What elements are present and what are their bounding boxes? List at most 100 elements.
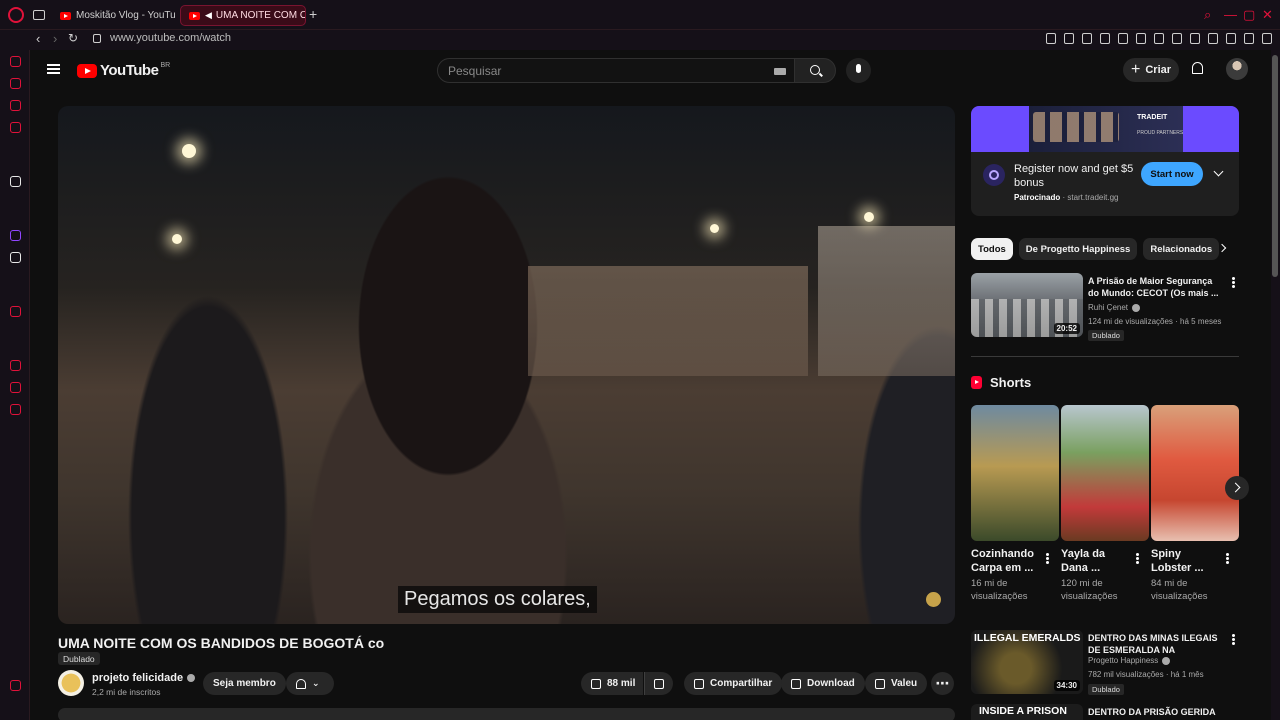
more-options-icon[interactable] xyxy=(1136,557,1139,560)
more-options-icon[interactable] xyxy=(1232,638,1235,641)
maximize-icon[interactable]: ▢ xyxy=(1243,7,1255,23)
recommended-video[interactable]: 20:52 A Prisão de Maior Segurança do Mun… xyxy=(971,273,1239,341)
messenger-icon[interactable] xyxy=(10,100,21,111)
snapshot-icon[interactable] xyxy=(1064,33,1074,44)
recommended-video[interactable]: ILLEGAL EMERALDS 34:30 DENTRO DAS MINAS … xyxy=(971,630,1239,696)
aria-ai-icon[interactable] xyxy=(10,176,21,187)
download-icon[interactable] xyxy=(1244,33,1254,44)
chevron-down-icon: ⌄ xyxy=(312,678,320,688)
ad-title[interactable]: Register now and get $5 bonus xyxy=(1014,162,1139,190)
settings-icon[interactable] xyxy=(10,404,21,415)
workspace-icon[interactable] xyxy=(10,78,21,89)
x-icon[interactable] xyxy=(10,252,21,263)
play-icon[interactable] xyxy=(1118,33,1128,44)
short-item[interactable]: Yayla da Dana ... 120 mi de visualizaçõe… xyxy=(1061,405,1149,603)
chevron-down-icon[interactable] xyxy=(1213,166,1224,177)
like-button[interactable]: 88 mil xyxy=(581,672,644,695)
keyboard-icon[interactable] xyxy=(774,68,786,75)
ad-banner[interactable]: TRADEIT PROUD PARTNERS xyxy=(971,106,1239,152)
user-avatar[interactable] xyxy=(1226,58,1248,80)
short-item[interactable]: Cozinhando Carpa em ... 16 mi de visuali… xyxy=(971,405,1059,603)
extensions-icon[interactable] xyxy=(10,382,21,393)
chip-from-channel[interactable]: De Progetto Happiness xyxy=(1018,238,1138,260)
aria-icon[interactable] xyxy=(10,56,21,67)
instagram-icon[interactable] xyxy=(10,122,21,133)
channel-name[interactable]: Ruhi Çenet xyxy=(1088,303,1141,312)
more-actions-button[interactable]: ⋯ xyxy=(931,672,954,695)
short-thumbnail[interactable] xyxy=(1061,405,1149,541)
history-icon[interactable] xyxy=(10,360,21,371)
short-item[interactable]: Spiny Lobster ... 84 mi de visualizações xyxy=(1151,405,1239,603)
video-title[interactable]: A Prisão de Maior Segurança do Mundo: CE… xyxy=(1088,275,1223,299)
profile-icon[interactable] xyxy=(1226,33,1236,44)
heart-icon[interactable] xyxy=(1136,33,1146,44)
video-thumbnail[interactable]: ILLEGAL EMERALDS 34:30 xyxy=(971,630,1083,694)
chip-related[interactable]: Relacionados xyxy=(1143,238,1220,260)
more-options-icon[interactable] xyxy=(1232,281,1235,284)
speaker-icon[interactable]: ◀ xyxy=(205,10,212,21)
download-button[interactable]: Download xyxy=(781,672,865,695)
start-now-button[interactable]: Start now xyxy=(1141,162,1203,186)
search-input[interactable] xyxy=(448,64,748,78)
short-thumbnail[interactable] xyxy=(1151,405,1239,541)
short-title[interactable]: Spiny Lobster ... xyxy=(1151,547,1221,575)
more-options-icon[interactable] xyxy=(1226,557,1229,560)
puzzle-icon[interactable] xyxy=(1208,33,1218,44)
reload-icon[interactable]: ↻ xyxy=(68,31,78,45)
recommended-video[interactable]: INSIDE A PRISON DENTRO DA PRISÃO GERIDA xyxy=(971,704,1239,720)
forward-icon[interactable]: › xyxy=(53,31,57,46)
bookmark-icon[interactable] xyxy=(1046,33,1056,44)
browser-tab-active[interactable]: ◀ UMA NOITE COM OS xyxy=(180,5,306,26)
subscribed-bell-button[interactable]: ⌄ xyxy=(286,672,334,695)
description-box[interactable] xyxy=(58,708,955,720)
browser-tab-moskitao[interactable]: Moskitão Vlog - YouTube xyxy=(52,5,176,26)
short-title[interactable]: Yayla da Dana ... xyxy=(1061,547,1131,575)
opera-logo-icon[interactable] xyxy=(8,7,24,23)
video-title[interactable]: DENTRO DA PRISÃO GERIDA xyxy=(1088,706,1223,718)
join-button[interactable]: Seja membro xyxy=(203,672,286,695)
share-button[interactable]: Compartilhar xyxy=(684,672,783,695)
twitch-icon[interactable] xyxy=(10,230,21,241)
minimize-icon[interactable]: — xyxy=(1224,7,1237,22)
back-icon[interactable]: ‹ xyxy=(36,31,40,46)
page-scrollbar[interactable] xyxy=(1271,50,1280,720)
grammarly-icon[interactable] xyxy=(1190,33,1200,44)
dislike-button[interactable] xyxy=(644,672,673,695)
shield-icon[interactable] xyxy=(1082,33,1092,44)
video-thumbnail[interactable]: INSIDE A PRISON xyxy=(971,704,1083,720)
ad-source: Patrocinado · start.tradeit.gg xyxy=(1014,193,1119,202)
video-popout-icon[interactable] xyxy=(1100,33,1110,44)
hamburger-menu-icon[interactable] xyxy=(47,64,60,74)
more-icon[interactable] xyxy=(10,680,21,691)
new-tab-button[interactable]: + xyxy=(309,6,317,22)
chip-all[interactable]: Todos xyxy=(971,238,1013,260)
channel-name[interactable]: projeto felicidade xyxy=(92,672,196,684)
create-button[interactable]: + Criar xyxy=(1123,58,1179,82)
extension-icon[interactable] xyxy=(1172,33,1182,44)
short-title[interactable]: Cozinhando Carpa em ... xyxy=(971,547,1041,575)
scrollbar-thumb[interactable] xyxy=(1272,55,1278,277)
search-button[interactable] xyxy=(794,58,836,83)
video-title[interactable]: DENTRO DAS MINAS ILEGAIS DE ESMERALDA NA… xyxy=(1088,632,1223,656)
channel-name[interactable]: Progetto Happiness xyxy=(1088,656,1171,665)
player-icon[interactable] xyxy=(10,306,21,317)
video-thumbnail[interactable]: 20:52 xyxy=(971,273,1083,337)
notifications-bell-icon[interactable] xyxy=(1192,62,1203,74)
close-icon[interactable]: ✕ xyxy=(1262,7,1273,23)
video-player[interactable]: Pegamos os colares, xyxy=(58,106,955,624)
channel-avatar[interactable] xyxy=(58,670,84,696)
thanks-button[interactable]: Valeu xyxy=(865,672,928,695)
tab-island-icon[interactable] xyxy=(33,10,45,20)
menu-icon[interactable] xyxy=(1262,33,1272,44)
youtube-logo[interactable]: YouTube BR xyxy=(77,62,170,79)
url-field[interactable]: www.youtube.com/watch xyxy=(110,32,231,44)
more-options-icon[interactable] xyxy=(1046,557,1049,560)
search-tabs-icon[interactable]: ⌕ xyxy=(1204,7,1211,23)
extension-icon[interactable] xyxy=(1154,33,1164,44)
advertiser-logo-icon[interactable] xyxy=(983,164,1005,186)
channel-watermark[interactable] xyxy=(926,592,941,607)
short-thumbnail[interactable] xyxy=(971,405,1059,541)
sponsored-ad-card[interactable]: TRADEIT PROUD PARTNERS Register now and … xyxy=(971,106,1239,216)
voice-search-button[interactable] xyxy=(846,58,871,83)
shorts-next-button[interactable] xyxy=(1225,476,1249,500)
